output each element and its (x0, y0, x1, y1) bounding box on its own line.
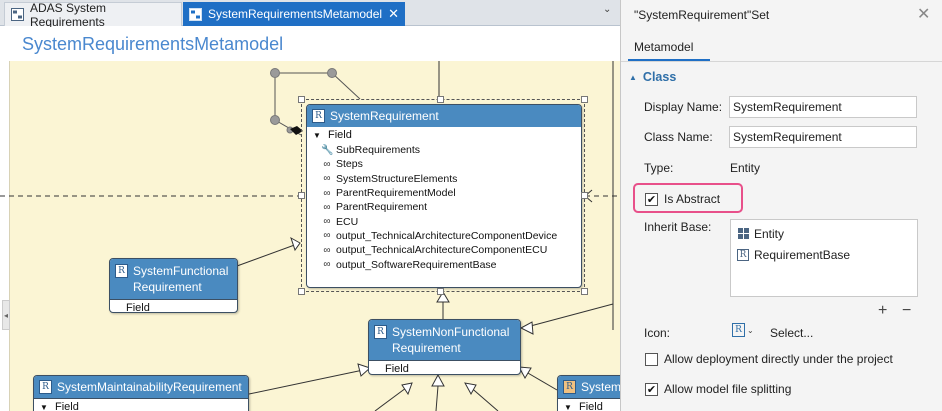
requirement-class-icon: R (374, 325, 387, 339)
requirement-class-icon: R (732, 323, 745, 337)
resize-handle[interactable] (298, 288, 305, 295)
collapse-triangle-icon: ▲ (629, 72, 637, 82)
waypoint[interactable] (270, 115, 280, 125)
resize-handle[interactable] (581, 96, 588, 103)
class-name-label: Class Name: (644, 130, 713, 144)
field-section-header[interactable]: ▼ Field (307, 127, 581, 143)
panel-title: "SystemRequirement"Set (634, 8, 770, 22)
field-row[interactable]: ∞ Steps (307, 157, 581, 171)
expand-triangle-icon: ▼ (313, 131, 321, 140)
entity-icon (737, 227, 749, 240)
requirement-class-icon: R (115, 264, 128, 278)
display-name-label: Display Name: (644, 100, 723, 114)
checkbox-empty (645, 352, 658, 366)
field-row[interactable]: ∞ SystemStructureElements (307, 172, 581, 186)
display-name-input[interactable]: SystemRequirement (729, 96, 917, 118)
class-title: SystemRequirement (330, 109, 439, 123)
class-system-requirement[interactable]: R SystemRequirement ▼ Field 🔧 SubRequirem… (306, 104, 582, 288)
add-button[interactable]: + (878, 302, 887, 320)
resize-handle[interactable] (581, 192, 588, 199)
section-header-class[interactable]: ▲ Class (629, 70, 676, 84)
property-panel: "SystemRequirement"Set ✕ Metamodel ▲ Cla… (620, 0, 942, 411)
class-title: SystemNonFunctional Requirement (392, 325, 510, 355)
wrench-icon: 🔧 (321, 144, 334, 156)
divider (621, 61, 942, 62)
class-system-functional-requirement[interactable]: R SystemFunctional Requirement Field (109, 258, 238, 313)
requirement-class-icon: R (737, 248, 749, 261)
generalization-arrow (519, 321, 534, 335)
field-row[interactable]: ∞ output_SoftwareRequirementBase (307, 257, 581, 271)
resize-handle[interactable] (437, 96, 444, 103)
resize-handle[interactable] (437, 288, 444, 295)
link-icon: ∞ (323, 173, 331, 185)
generalization-line (435, 385, 439, 411)
link-icon: ∞ (323, 158, 331, 170)
chevron-down-icon: ⌄ (747, 325, 754, 335)
generalization-line (522, 303, 614, 329)
requirement-class-icon: R (563, 380, 576, 394)
waypoint[interactable] (270, 68, 280, 78)
inherit-base-list[interactable]: Entity R RequirementBase (730, 219, 918, 297)
link-icon: ∞ (323, 244, 331, 256)
checkmark-icon: ✔ (645, 192, 658, 206)
field-row[interactable]: ∞ output_TechnicalArchitectureComponentDe… (307, 229, 581, 243)
class-header: R SystemFunctional Requirement (110, 259, 237, 299)
class-header: R SystemNonFunctional Requirement (369, 320, 520, 360)
link-icon: ∞ (323, 259, 331, 271)
icon-label: Icon: (644, 326, 671, 340)
field-section-header[interactable]: Field (369, 360, 520, 374)
link-icon: ∞ (323, 187, 331, 199)
inherit-base-label: Inherit Base: (644, 220, 712, 234)
resize-handle[interactable] (581, 288, 588, 295)
is-abstract-checkbox[interactable]: ✔ Is Abstract (645, 192, 720, 206)
class-header: R SystemRequirement (307, 105, 581, 127)
expand-triangle-icon: ▼ (40, 403, 48, 411)
field-row[interactable]: 🔧 SubRequirements (307, 143, 581, 157)
field-section-header[interactable]: ▼ Field (34, 398, 248, 411)
allow-deployment-checkbox[interactable]: Allow deployment directly under the proj… (645, 352, 893, 366)
generalization-line (248, 368, 369, 395)
remove-button[interactable]: − (902, 302, 911, 320)
requirement-class-icon: R (39, 380, 52, 394)
resize-handle[interactable] (298, 96, 305, 103)
waypoint[interactable] (327, 68, 337, 78)
field-list: 🔧 SubRequirements ∞ Steps ∞ SystemStructure… (307, 143, 581, 272)
generalization-arrow (290, 236, 301, 252)
link-icon: ∞ (323, 230, 331, 242)
field-row[interactable]: ∞ ParentRequirement (307, 200, 581, 214)
generalization-line (236, 242, 301, 267)
list-item[interactable]: Entity (737, 223, 911, 244)
type-label: Type: (644, 161, 674, 175)
expand-triangle-icon: ▼ (564, 403, 572, 411)
list-item[interactable]: R RequirementBase (737, 244, 911, 265)
requirement-class-icon: R (312, 109, 325, 123)
generalization-arrow (401, 382, 413, 396)
class-title: SystemMaintainabilityRequirement (57, 380, 242, 394)
field-row[interactable]: ∞ output_TechnicalArchitectureComponentEC… (307, 243, 581, 257)
type-value: Entity (730, 161, 761, 175)
link-icon: ∞ (323, 201, 331, 213)
field-row[interactable]: ∞ ECU (307, 214, 581, 228)
class-name-input[interactable]: SystemRequirement (729, 126, 917, 148)
icon-picker[interactable]: R ⌄ (732, 323, 754, 337)
generalization-arrow (431, 373, 445, 387)
class-title: System (581, 380, 622, 394)
class-system-nonfunctional-requirement[interactable]: R SystemNonFunctional Requirement Field (368, 319, 521, 375)
class-header: R SystemMaintainabilityRequirement (34, 376, 248, 398)
class-system-maintainability-requirement[interactable]: R SystemMaintainabilityRequirement ▼ Fie… (33, 375, 249, 411)
generalization-arrow (464, 382, 477, 396)
resize-handle[interactable] (298, 192, 305, 199)
allow-splitting-checkbox[interactable]: ✔ Allow model file splitting (645, 382, 791, 396)
field-row[interactable]: ∞ ParentRequirementModel (307, 186, 581, 200)
field-section-header[interactable]: Field (110, 299, 237, 312)
link-icon: ∞ (323, 216, 331, 228)
class-title: SystemFunctional Requirement (133, 264, 229, 294)
checkmark-icon: ✔ (645, 382, 658, 396)
tab-metamodel[interactable]: Metamodel (628, 36, 710, 61)
select-icon-button[interactable]: Select... (770, 326, 813, 340)
close-icon[interactable]: ✕ (917, 4, 930, 24)
